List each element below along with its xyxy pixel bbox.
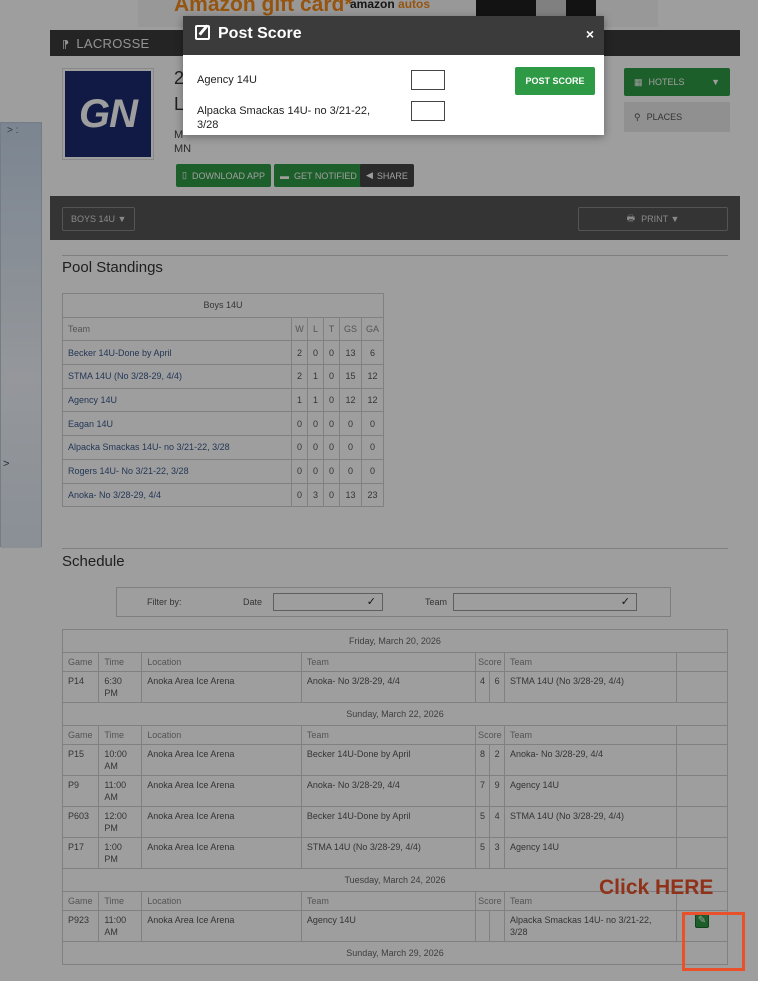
modal-backdrop[interactable] [0,0,758,981]
team1-score-input[interactable] [411,70,445,90]
post-score-button[interactable]: POST SCORE [515,67,595,95]
post-score-modal: Post Score × Agency 14U Alpacka Smackas … [183,16,604,135]
modal-header: Post Score × [183,16,604,55]
page: Amazon gift card* amazon autos > : > ⁋ LA… [0,0,758,981]
modal-team1-label: Agency 14U [197,74,257,86]
highlight-box [682,912,745,971]
close-button[interactable]: × [586,26,594,42]
modal-team2-label: Alpacka Smackas 14U- no 3/21-22, 3/28 [197,105,371,131]
team2-score-input[interactable] [411,101,445,121]
edit-icon [195,25,210,40]
modal-title: Post Score [195,25,302,43]
